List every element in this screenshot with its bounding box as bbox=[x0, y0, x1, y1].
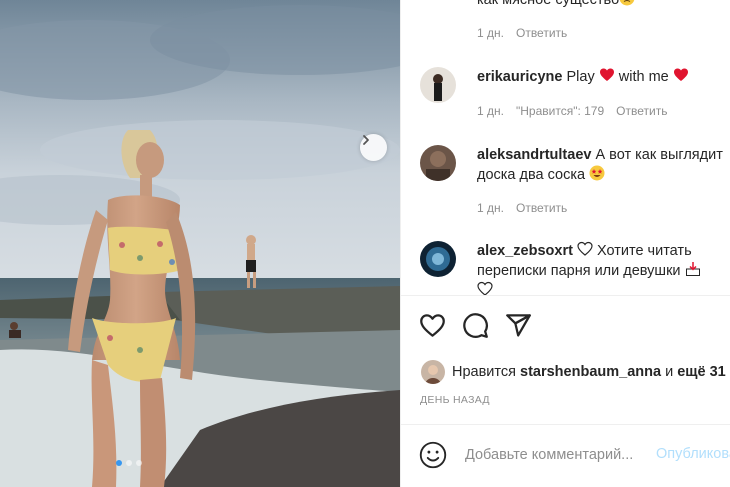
comment-text: как мясное существо bbox=[477, 0, 635, 10]
comment-username[interactable]: erikauricyne bbox=[477, 69, 562, 85]
likes-count-link[interactable]: ещё 31 bbox=[677, 364, 726, 380]
reply-button[interactable]: Ответить bbox=[616, 104, 667, 118]
post-side-panel: как мясное существо 1 дн. Ответить erikau… bbox=[400, 0, 730, 487]
post-photo bbox=[0, 0, 400, 487]
avatar[interactable] bbox=[420, 241, 456, 277]
avatar[interactable] bbox=[420, 145, 456, 181]
comment-text: aleksandrtultaev А вот как выглядит доск… bbox=[477, 147, 723, 183]
avatar[interactable] bbox=[420, 67, 456, 103]
comments-list: как мясное существо 1 дн. Ответить erikau… bbox=[401, 0, 730, 295]
emoji-icon[interactable] bbox=[419, 441, 447, 469]
chevron-right-icon bbox=[363, 135, 369, 145]
white-heart-icon bbox=[477, 281, 493, 295]
heart-icon[interactable] bbox=[419, 312, 446, 339]
reply-button[interactable]: Ответить bbox=[516, 26, 567, 40]
comment-age: 1 дн. bbox=[477, 104, 504, 118]
comment-text: erikauricyne Play with me bbox=[477, 67, 689, 87]
avatar[interactable] bbox=[421, 360, 445, 384]
reply-button[interactable]: Ответить bbox=[516, 201, 567, 215]
carousel-dot bbox=[116, 460, 122, 466]
comment-text: alex_zebsoxrt Хотите читать переписки па… bbox=[477, 241, 701, 295]
post-comment-button[interactable]: Опубликовать bbox=[656, 446, 730, 462]
divider bbox=[401, 424, 730, 425]
likes-summary: Нравится starshenbaum_anna и ещё 31 bbox=[421, 360, 726, 384]
post-actions bbox=[419, 312, 532, 339]
post-media[interactable] bbox=[0, 0, 400, 487]
white-heart-icon bbox=[577, 241, 593, 256]
inbox-tray-icon bbox=[685, 262, 700, 276]
share-icon[interactable] bbox=[505, 312, 532, 339]
red-heart-icon bbox=[599, 68, 614, 81]
liker-username[interactable]: starshenbaum_anna bbox=[520, 364, 661, 380]
comment-username[interactable]: alex_zebsoxrt bbox=[477, 243, 573, 259]
comment-icon[interactable] bbox=[462, 312, 489, 339]
star-struck-face-icon bbox=[589, 165, 605, 181]
carousel-dot bbox=[126, 460, 132, 466]
divider bbox=[401, 295, 730, 296]
comment-input[interactable] bbox=[465, 443, 655, 467]
comment-like-count[interactable]: "Нравится": 179 bbox=[516, 104, 604, 118]
post-timestamp: ДЕНЬ НАЗАД bbox=[420, 394, 490, 406]
carousel-indicator bbox=[116, 460, 142, 466]
add-comment-bar: Опубликовать bbox=[419, 441, 730, 471]
comment-meta: 1 дн. Ответить bbox=[477, 26, 579, 40]
red-heart-icon bbox=[673, 68, 688, 81]
comment-meta: 1 дн. Ответить bbox=[477, 201, 579, 215]
comment-username[interactable]: aleksandrtultaev bbox=[477, 147, 591, 163]
comment-age: 1 дн. bbox=[477, 26, 504, 40]
slightly-sad-face-icon bbox=[619, 0, 635, 6]
comment-meta: 1 дн. "Нравится": 179 Ответить bbox=[477, 104, 679, 118]
comment-age: 1 дн. bbox=[477, 201, 504, 215]
carousel-dot bbox=[136, 460, 142, 466]
next-slide-button[interactable] bbox=[360, 134, 387, 161]
